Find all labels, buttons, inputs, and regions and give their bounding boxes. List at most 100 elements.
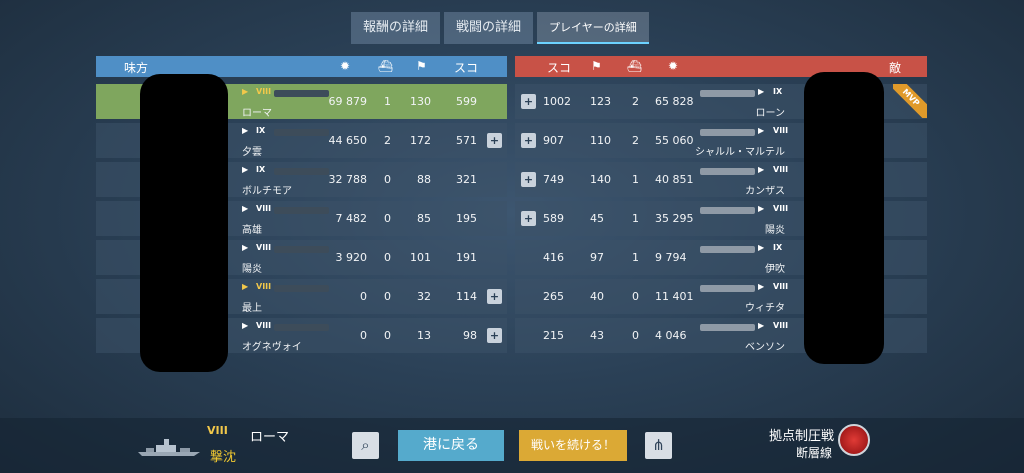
ship-silhouette (274, 168, 329, 175)
ship-tier: IX (773, 87, 783, 96)
ship-class-icon: ▶ (242, 87, 249, 96)
ship-name: 最上 (242, 303, 262, 314)
score-value: 98 (463, 329, 477, 342)
score-value: 195 (456, 212, 477, 225)
score-value: 321 (456, 173, 477, 186)
damage-value: 35 295 (655, 212, 694, 225)
ship-tier: IX (256, 126, 266, 135)
battle-mode: 拠点制圧戦 (768, 429, 834, 444)
damage-icon: ✹ (668, 59, 679, 73)
score-value: 571 (456, 134, 477, 147)
xp-value: 85 (417, 212, 431, 225)
ship-class-icon: ▶ (758, 243, 765, 252)
tab-rewards[interactable]: 報酬の詳細 (351, 12, 441, 44)
search-button[interactable]: ⌕ (352, 432, 379, 459)
ship-tier: VIII (256, 204, 272, 213)
ship-tier: VIII (773, 126, 789, 135)
ship-name: 高雄 (242, 225, 262, 236)
ship-silhouette (700, 90, 755, 97)
score-value: 215 (543, 329, 564, 342)
ship-class-icon: ▶ (242, 126, 249, 135)
xp-value: 140 (590, 173, 611, 186)
censored-names-enemy (804, 72, 884, 364)
ship-tier: VIII (256, 321, 272, 330)
damage-icon: ✹ (340, 59, 351, 73)
ship-name: ボルチモア (242, 186, 292, 197)
damage-value: 9 794 (655, 251, 687, 264)
ship-silhouette (274, 90, 329, 97)
ship-class-icon: ▶ (758, 321, 765, 330)
score-value: 416 (543, 251, 564, 264)
add-friend-button[interactable]: + (487, 133, 502, 148)
xp-value: 32 (417, 290, 431, 303)
ship-name: ウィチタ (745, 303, 785, 314)
xp-value: 110 (590, 134, 611, 147)
footer-bar: VIII ローマ 撃沈 ⌕ 港に戻る 戦いを続ける！ ⋔ 拠点制圧戦 断層線 (0, 418, 1024, 473)
ship-name: ベンソン (745, 342, 785, 353)
ship-name: 陽炎 (765, 225, 785, 236)
damage-value: 0 (360, 290, 367, 303)
score-value: 599 (456, 95, 477, 108)
ship-class-icon: ▶ (758, 282, 765, 291)
return-to-port-button[interactable]: 港に戻る (398, 430, 504, 461)
ship-class-icon: ▶ (758, 126, 765, 135)
search-icon: ⌕ (361, 436, 370, 454)
ship-class-icon: ▶ (242, 165, 249, 174)
mode-icon (838, 424, 870, 456)
damage-value: 4 046 (655, 329, 687, 342)
kills-value: 0 (384, 251, 391, 264)
xp-value: 172 (410, 134, 431, 147)
ship-class-icon: ▶ (242, 243, 249, 252)
ship-tier: VIII (256, 282, 272, 291)
ship-silhouette (274, 246, 329, 253)
kills-value: 1 (632, 212, 639, 225)
kills-value: 0 (632, 329, 639, 342)
player-ship-name: ローマ (250, 430, 290, 445)
ship-class-icon: ▶ (242, 204, 249, 213)
ship-name: 夕雲 (242, 147, 262, 158)
kills-value: 1 (384, 95, 391, 108)
ally-title: 味方 (124, 61, 149, 75)
ship-name: ローマ (242, 108, 272, 119)
ship-name: オグネヴォイ (242, 342, 302, 353)
ship-name: 伊吹 (765, 264, 785, 275)
ship-name: シャルル・マルテル (695, 147, 785, 158)
share-button[interactable]: ⋔ (645, 432, 672, 459)
damage-value: 0 (360, 329, 367, 342)
share-icon: ⋔ (652, 436, 665, 454)
add-friend-button[interactable]: + (521, 211, 536, 226)
mvp-label: MVP (893, 84, 927, 118)
add-friend-button[interactable]: + (487, 328, 502, 343)
ship-tier: VIII (773, 204, 789, 213)
kills-value: 1 (632, 251, 639, 264)
ship-tier: VIII (773, 321, 789, 330)
ship-silhouette (274, 285, 329, 292)
kills-value: 2 (632, 95, 639, 108)
add-friend-button[interactable]: + (521, 172, 536, 187)
ship-tier: IX (256, 165, 266, 174)
kills-value: 0 (384, 290, 391, 303)
map-name: 断層線 (796, 446, 833, 460)
damage-value: 7 482 (335, 212, 368, 225)
add-friend-button[interactable]: + (521, 133, 536, 148)
score-value: 191 (456, 251, 477, 264)
continue-battle-button[interactable]: 戦いを続ける！ (519, 430, 627, 461)
kills-value: 0 (384, 212, 391, 225)
ship-class-icon: ▶ (758, 204, 765, 213)
enemy-score-header: スコ (547, 61, 572, 75)
add-friend-button[interactable]: + (521, 94, 536, 109)
add-friend-button[interactable]: + (487, 289, 502, 304)
damage-value: 11 401 (655, 290, 694, 303)
score-value: 589 (543, 212, 564, 225)
xp-value: 130 (410, 95, 431, 108)
ship-class-icon: ▶ (758, 165, 765, 174)
ship-name: カンザス (745, 186, 785, 197)
tab-players[interactable]: プレイヤーの詳細 (537, 12, 649, 44)
tab-battle[interactable]: 戦闘の詳細 (444, 12, 534, 44)
ship-status: 撃沈 (210, 450, 237, 465)
kills-value: 1 (632, 173, 639, 186)
ship-thumbnail (138, 439, 200, 456)
tier-badge: VIII (207, 424, 228, 437)
xp-value: 40 (590, 290, 604, 303)
mvp-badge: MVP (893, 84, 927, 118)
